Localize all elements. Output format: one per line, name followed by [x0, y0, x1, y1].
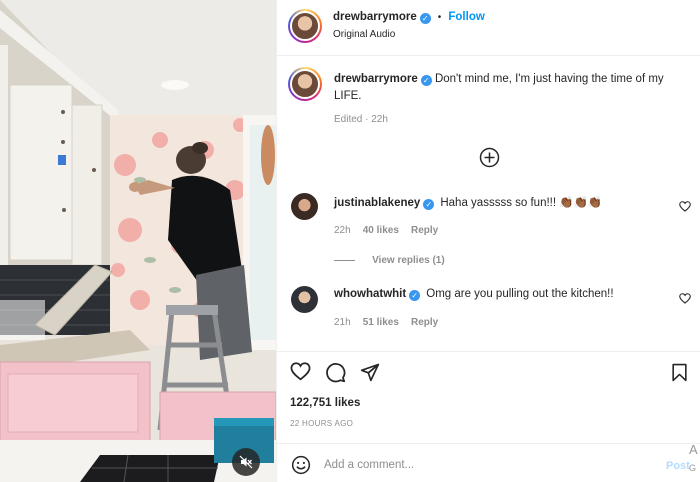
post-timestamp[interactable]: 22 HOURS AGO	[290, 419, 353, 428]
view-replies-line	[334, 259, 355, 261]
comment-button[interactable]	[325, 362, 346, 386]
divider	[277, 443, 700, 444]
divider	[277, 351, 700, 352]
instagram-post-modal: drewbarrymore ✓ • Follow Original Audio d…	[0, 0, 700, 482]
follow-button[interactable]: Follow	[448, 11, 484, 23]
post-header: drewbarrymore ✓ • Follow Original Audio	[277, 0, 700, 56]
bookmark-icon	[672, 363, 687, 382]
emoji-button[interactable]	[291, 455, 311, 478]
comment-icon	[326, 363, 346, 383]
verified-badge-icon: ✓	[423, 199, 435, 210]
verified-badge-icon: ✓	[419, 13, 431, 24]
corner-overlay-letter: G	[689, 463, 697, 473]
heart-icon	[679, 293, 691, 304]
comment-text: Omg are you pulling out the kitchen!!	[426, 288, 614, 300]
save-button[interactable]	[671, 363, 688, 385]
caption: drewbarrymore ✓ Don't mind me, I'm just h…	[334, 71, 694, 105]
heart-icon	[679, 201, 691, 212]
corner-overlay-letter: A	[689, 442, 698, 457]
comment-meta: 22h 40 likes Reply	[334, 224, 438, 236]
commenter-avatar[interactable]	[291, 286, 318, 313]
comment-row: justinablakeney ✓ Haha yasssss so fun!!! …	[334, 195, 664, 210]
share-icon	[360, 363, 380, 382]
comment-reply-button[interactable]: Reply	[411, 225, 438, 236]
video-frame	[0, 0, 276, 482]
speaker-muted-icon	[239, 455, 253, 469]
comment-likes-link[interactable]: 51 likes	[363, 317, 399, 328]
comment-text: Haha yasssss so fun!!! 👏🏾👏🏾👏🏾	[440, 197, 603, 209]
edited-time: 22h	[371, 114, 388, 125]
comment-row: whowhatwhit ✓ Omg are you pulling out the…	[334, 288, 664, 301]
comment-meta: 21h 51 likes Reply	[334, 316, 438, 328]
comment-username[interactable]: whowhatwhit	[334, 288, 406, 300]
comment-input[interactable]: Add a comment...	[324, 459, 414, 471]
post-video[interactable]	[0, 0, 276, 482]
view-replies-toggle[interactable]: View replies (1)	[334, 254, 445, 266]
post-comment-button[interactable]: Post	[666, 460, 690, 472]
caption-username[interactable]: drewbarrymore	[334, 73, 418, 85]
verified-badge-icon: ✓	[409, 290, 421, 301]
verified-badge-icon: ✓	[420, 75, 432, 86]
plus-circle-icon	[479, 147, 500, 168]
author-username[interactable]: drewbarrymore	[333, 11, 417, 23]
comment-like-button[interactable]	[679, 201, 691, 215]
comment-username[interactable]: justinablakeney	[334, 197, 420, 209]
author-avatar[interactable]	[288, 9, 322, 43]
commenter-avatar[interactable]	[291, 193, 318, 220]
likes-count[interactable]: 122,751 likes	[290, 397, 360, 409]
heart-icon	[290, 362, 311, 381]
comment-time: 22h	[334, 225, 351, 236]
load-more-comments-button[interactable]	[479, 147, 500, 171]
header-title-row: drewbarrymore ✓ • Follow	[333, 11, 485, 24]
comment-like-button[interactable]	[679, 293, 691, 307]
comment-reply-button[interactable]: Reply	[411, 317, 438, 328]
caption-avatar[interactable]	[288, 67, 322, 101]
view-replies-label[interactable]: View replies (1)	[372, 255, 445, 266]
mute-button[interactable]	[232, 448, 260, 476]
share-button[interactable]	[360, 362, 380, 385]
comment-likes-link[interactable]: 40 likes	[363, 225, 399, 236]
smiley-icon	[291, 455, 311, 475]
separator-dot: •	[437, 12, 442, 23]
original-audio-link[interactable]: Original Audio	[333, 29, 395, 40]
post-details-panel: drewbarrymore ✓ • Follow Original Audio d…	[276, 0, 700, 482]
edited-label: Edited	[334, 114, 363, 125]
like-button[interactable]	[290, 362, 311, 384]
comment-time: 21h	[334, 317, 351, 328]
caption-meta: Edited · 22h	[334, 114, 388, 125]
